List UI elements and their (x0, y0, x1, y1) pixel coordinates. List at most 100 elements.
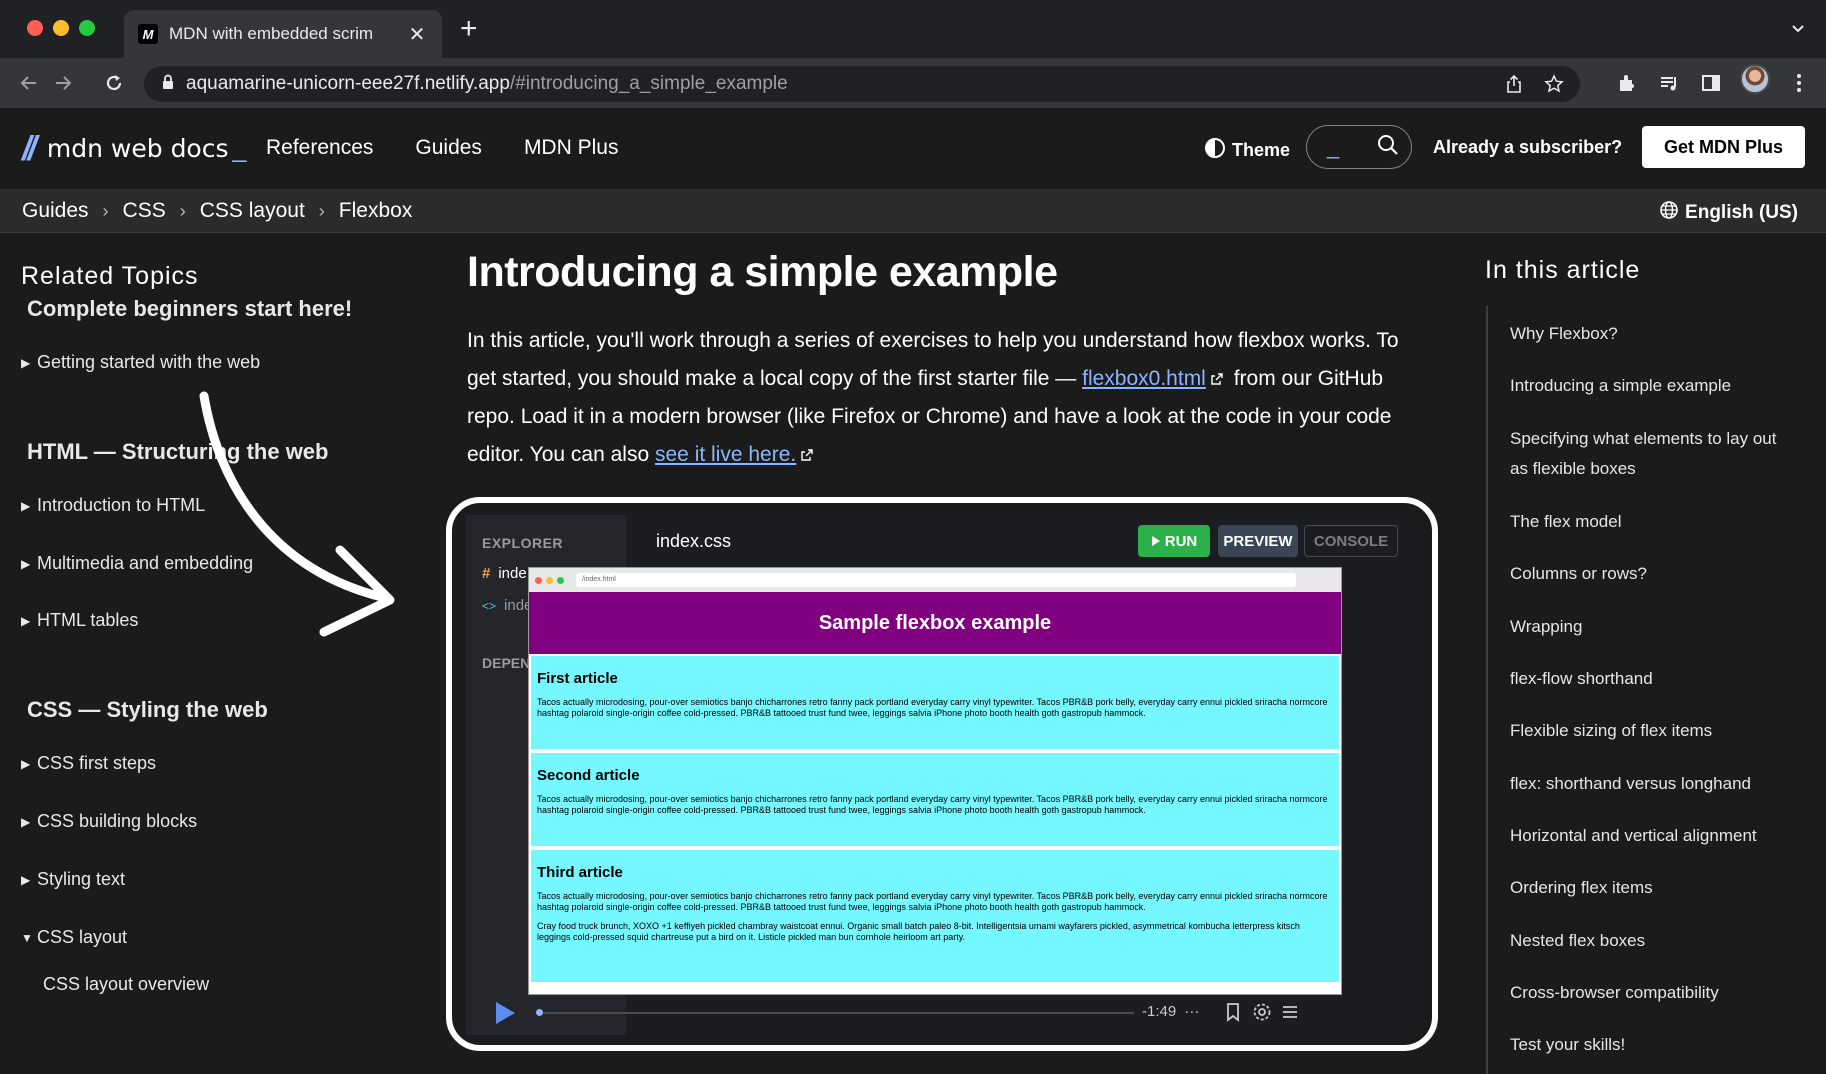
back-arrow-icon[interactable] (14, 68, 44, 98)
time-remaining: -1:49 ··· (1142, 1003, 1199, 1020)
scrim-embed[interactable]: EXPLORER # inde <> inde DEPENE index.css R… (446, 497, 1438, 1051)
star-icon[interactable] (1544, 74, 1564, 99)
sidepanel-icon[interactable] (1696, 68, 1726, 98)
main-nav: References Guides MDN Plus (266, 136, 618, 160)
kebab-menu-icon[interactable] (1784, 68, 1814, 98)
menu-icon[interactable] (1280, 1002, 1300, 1027)
preview-dot (546, 576, 553, 584)
flexbox0-link[interactable]: flexbox0.html (1082, 367, 1206, 390)
toc-item-ordering[interactable]: Ordering flex items (1510, 873, 1800, 903)
breadcrumb-guides[interactable]: Guides (22, 199, 89, 223)
preview-button[interactable]: PREVIEW (1218, 525, 1298, 557)
nav-guides[interactable]: Guides (415, 136, 482, 160)
html-file-icon: <> (482, 599, 497, 613)
search-icon[interactable] (1377, 134, 1399, 161)
toc-item-test-skills[interactable]: Test your skills! (1510, 1030, 1800, 1060)
external-link-icon (1210, 361, 1224, 399)
browser-tab[interactable]: M MDN with embedded scrim ✕ (124, 10, 442, 58)
explorer-file-label: inde (498, 565, 527, 582)
sidebar-item-css-building-blocks[interactable]: ▶ CSS building blocks (21, 811, 197, 832)
theme-button[interactable]: Theme (1204, 137, 1290, 164)
sidebar-item-css-layout-overview[interactable]: CSS layout overview (43, 974, 209, 995)
triangle-right-icon: ▶ (21, 814, 31, 829)
preview-url: /index.html (576, 573, 1296, 587)
chevron-down-icon[interactable] (1790, 20, 1806, 41)
toc-item-why-flexbox[interactable]: Why Flexbox? (1510, 319, 1800, 349)
get-mdn-plus-button[interactable]: Get MDN Plus (1642, 126, 1805, 168)
language-switcher[interactable]: English (US) (1659, 200, 1798, 226)
sidebar-item-html-tables[interactable]: ▶ HTML tables (21, 610, 138, 631)
theme-icon (1204, 137, 1226, 164)
window-close-button[interactable] (27, 20, 43, 36)
more-dots-icon[interactable]: ··· (1184, 1003, 1199, 1020)
explorer-label: EXPLORER (482, 535, 564, 551)
sidebar-item-css-layout[interactable]: ▼ CSS layout (21, 927, 127, 948)
plus-icon[interactable]: + (460, 14, 478, 44)
nav-mdn-plus[interactable]: MDN Plus (524, 136, 619, 160)
preview-article: Second article Tacos actually microdosin… (529, 751, 1341, 848)
nav-references[interactable]: References (266, 136, 373, 160)
search-input[interactable]: _ (1306, 125, 1412, 169)
run-button[interactable]: RUN (1138, 525, 1210, 557)
toc-item-nested[interactable]: Nested flex boxes (1510, 926, 1800, 956)
subscriber-link[interactable]: Already a subscriber? (1433, 137, 1622, 158)
profile-avatar[interactable] (1740, 64, 1770, 94)
logo-text: mdn web docs (46, 134, 229, 163)
sidebar-item-label: Getting started with the web (37, 352, 261, 372)
toc-item-flex-shorthand[interactable]: flex: shorthand versus longhand (1510, 769, 1800, 799)
triangle-right-icon: ▶ (21, 556, 31, 571)
sidebar-heading-css: CSS — Styling the web (27, 697, 268, 722)
play-icon[interactable] (494, 1001, 516, 1030)
toc-item-specifying-elements[interactable]: Specifying what elements to lay out as f… (1510, 424, 1790, 484)
sidebar-item-css-first-steps[interactable]: ▶ CSS first steps (21, 753, 156, 774)
breadcrumb-css[interactable]: CSS (123, 199, 166, 223)
extensions-icon[interactable] (1612, 68, 1642, 98)
toc-item-columns-rows[interactable]: Columns or rows? (1510, 559, 1800, 589)
toc-item-simple-example[interactable]: Introducing a simple example (1510, 371, 1800, 401)
toc-item-flex-flow[interactable]: flex-flow shorthand (1510, 664, 1800, 694)
toc-item-cross-browser[interactable]: Cross-browser compatibility (1510, 978, 1800, 1008)
breadcrumb-flexbox[interactable]: Flexbox (339, 199, 413, 223)
player-controls: -1:49 ··· (466, 991, 1418, 1035)
time-remaining-value: -1:49 (1142, 1003, 1177, 1020)
preview-article-body: Tacos actually microdosing, pour-over se… (537, 697, 1328, 718)
triangle-right-icon: ▶ (21, 355, 31, 370)
settings-icon[interactable] (1252, 1002, 1272, 1027)
preview-article-title: Second article (537, 767, 640, 784)
bookmark-icon[interactable] (1226, 1002, 1240, 1027)
scrubber-handle[interactable] (536, 1009, 543, 1016)
sidebar-item-styling-text[interactable]: ▶ Styling text (21, 869, 125, 890)
share-icon[interactable] (1504, 74, 1524, 99)
run-label: RUN (1164, 532, 1198, 550)
mdn-logo[interactable]: // mdn web docs _ (22, 132, 246, 166)
preview-article-title: Third article (537, 864, 623, 881)
window-zoom-button[interactable] (79, 20, 95, 36)
site-header: // mdn web docs _ References Guides MDN … (0, 108, 1826, 190)
toc-item-flexible-sizing[interactable]: Flexible sizing of flex items (1510, 716, 1800, 746)
forward-arrow-icon[interactable] (48, 68, 78, 98)
preview-article-body: Tacos actually microdosing, pour-over se… (537, 891, 1328, 912)
sidebar-item-getting-started[interactable]: ▶ Getting started with the web (21, 352, 260, 373)
explorer-file-html[interactable]: <> inde (482, 597, 532, 614)
toc-item-alignment[interactable]: Horizontal and vertical alignment (1510, 821, 1800, 851)
see-it-live-link[interactable]: see it live here. (655, 443, 796, 466)
explorer-file-css[interactable]: # inde (482, 565, 527, 582)
triangle-down-icon: ▼ (21, 930, 33, 945)
reload-icon[interactable] (99, 68, 129, 98)
logo-underscore: _ (232, 135, 247, 163)
mdn-logo-icon: // (22, 130, 37, 168)
console-button[interactable]: CONSOLE (1304, 525, 1398, 557)
toc-item-wrapping[interactable]: Wrapping (1510, 612, 1800, 642)
sidebar-item-label: CSS layout (37, 927, 128, 947)
window-minimize-button[interactable] (53, 20, 69, 36)
scrubber-track[interactable] (538, 1012, 1134, 1014)
breadcrumb-css-layout[interactable]: CSS layout (200, 199, 305, 223)
media-icon[interactable] (1654, 68, 1684, 98)
editor-tab-index-css[interactable]: index.css (656, 531, 731, 552)
toc-item-flex-model[interactable]: The flex model (1510, 507, 1800, 537)
chevron-right-icon: › (179, 200, 186, 221)
address-bar[interactable]: aquamarine-unicorn-eee27f.netlify.app/#i… (144, 66, 1580, 102)
close-icon[interactable]: ✕ (406, 22, 428, 47)
sidebar-item-intro-html[interactable]: ▶ Introduction to HTML (21, 495, 205, 516)
tab-title: MDN with embedded scrim (169, 24, 374, 43)
